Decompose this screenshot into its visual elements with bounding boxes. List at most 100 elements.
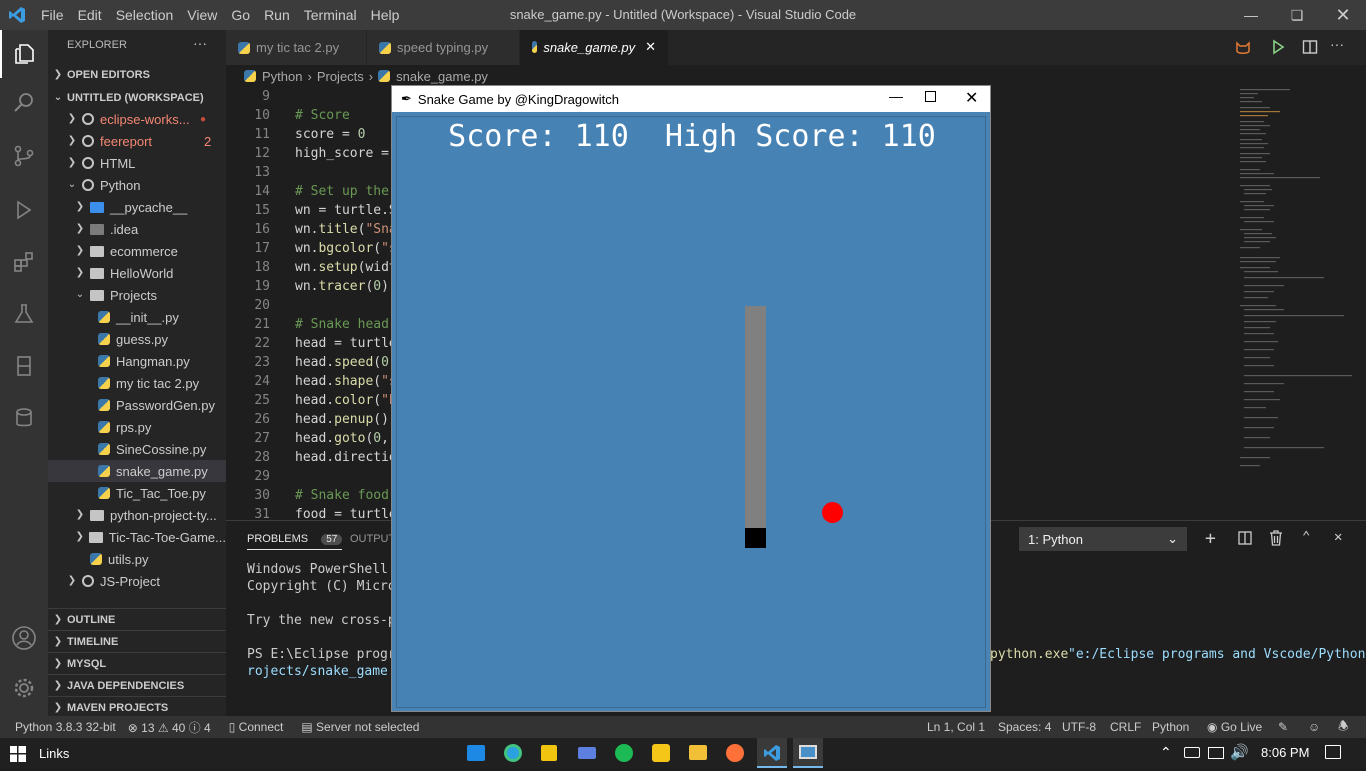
- status-encoding[interactable]: UTF-8: [1062, 720, 1096, 734]
- menu-help[interactable]: Help: [364, 7, 407, 23]
- tree-item-sinecossine[interactable]: SineCossine.py: [48, 438, 226, 460]
- minimap[interactable]: [1236, 87, 1354, 477]
- breadcrumb-file[interactable]: snake_game.py: [396, 69, 488, 84]
- more-actions-icon[interactable]: ···: [1330, 36, 1344, 52]
- maximize-panel-button[interactable]: ⌃: [1302, 529, 1310, 545]
- tree-item-eclipse-workspace[interactable]: ❯ eclipse-works... ●: [48, 108, 226, 130]
- outline-section[interactable]: ❯ OUTLINE: [48, 608, 226, 630]
- maven-projects-section[interactable]: ❯ MAVEN PROJECTS: [48, 696, 226, 718]
- battery-icon[interactable]: [1184, 747, 1200, 758]
- status-python-interpreter[interactable]: Python 3.8.3 32-bit: [15, 720, 116, 734]
- tree-item-projects[interactable]: ⌄ Projects: [48, 284, 226, 306]
- status-connect[interactable]: ▯ Connect: [229, 720, 284, 734]
- tree-item-hangman[interactable]: Hangman.py: [48, 350, 226, 372]
- file-explorer-icon[interactable]: [689, 745, 707, 760]
- new-terminal-button[interactable]: +: [1205, 528, 1216, 549]
- tree-item-utils[interactable]: utils.py: [48, 548, 226, 570]
- tab-problems[interactable]: PROBLEMS 57: [247, 533, 343, 550]
- tree-item-python[interactable]: ⌄ Python: [48, 174, 226, 196]
- windows-start-button[interactable]: [10, 746, 26, 765]
- tree-item-rps[interactable]: rps.py: [48, 416, 226, 438]
- kill-terminal-button[interactable]: [1269, 530, 1283, 550]
- tree-item-html[interactable]: ❯ HTML: [48, 152, 226, 174]
- tree-item-init[interactable]: __init__.py: [48, 306, 226, 328]
- keyboard-app-icon[interactable]: [578, 747, 596, 759]
- spotify-icon[interactable]: [615, 744, 633, 762]
- mysql-section[interactable]: ❯ MYSQL: [48, 652, 226, 674]
- timeline-section[interactable]: ❯ TIMELINE: [48, 630, 226, 652]
- python-taskbar-button[interactable]: [793, 738, 823, 768]
- show-hidden-icons[interactable]: ⌃: [1160, 744, 1172, 761]
- manage-activity[interactable]: [0, 664, 48, 712]
- menu-terminal[interactable]: Terminal: [297, 7, 364, 23]
- source-control-activity[interactable]: [0, 132, 48, 180]
- breadcrumb-python[interactable]: Python: [262, 69, 302, 84]
- tree-item-python-project[interactable]: ❯ python-project-ty...: [48, 504, 226, 526]
- snake-window-titlebar[interactable]: ✒ Snake Game by @KingDragowitch — ✕: [392, 86, 990, 112]
- firefox-icon[interactable]: [726, 744, 744, 762]
- explorer-activity[interactable]: [0, 30, 48, 78]
- java-dependencies-section[interactable]: ❯ JAVA DEPENDENCIES: [48, 674, 226, 696]
- notifications-icon[interactable]: 🕭: [1338, 717, 1349, 738]
- status-indentation[interactable]: Spaces: 4: [998, 720, 1051, 734]
- mail-app-icon[interactable]: [467, 745, 485, 761]
- close-panel-button[interactable]: ✕: [1334, 529, 1342, 545]
- tree-item-idea[interactable]: ❯ .idea: [48, 218, 226, 240]
- tab-snake-game[interactable]: snake_game.py ✕: [520, 30, 668, 65]
- menu-file[interactable]: File: [34, 7, 71, 23]
- tree-item-guess[interactable]: guess.py: [48, 328, 226, 350]
- testing-activity[interactable]: [0, 290, 48, 338]
- snake-close-button[interactable]: ✕: [965, 88, 978, 108]
- edge-browser-icon[interactable]: [504, 744, 522, 762]
- menu-view[interactable]: View: [180, 7, 224, 23]
- status-language[interactable]: Python: [1152, 720, 1189, 734]
- vscode-taskbar-button[interactable]: [757, 738, 787, 768]
- remote-activity[interactable]: [0, 342, 48, 390]
- volume-icon[interactable]: 🔊: [1230, 743, 1249, 761]
- cat-icon[interactable]: [1234, 39, 1252, 60]
- tree-item-my-tic-tac[interactable]: my tic tac 2.py: [48, 372, 226, 394]
- more-actions-icon[interactable]: ···: [193, 35, 207, 51]
- game-canvas[interactable]: Score: 110 High Score: 110: [396, 116, 986, 708]
- open-editors-section[interactable]: ❯ OPEN EDITORS: [48, 64, 226, 86]
- breadcrumb-projects[interactable]: Projects: [317, 69, 364, 84]
- status-eol[interactable]: CRLF: [1110, 720, 1141, 734]
- snake-maximize-button[interactable]: [925, 91, 936, 102]
- status-problems[interactable]: ⊗ 13 ⚠ 40 ⓘ 4: [128, 719, 211, 736]
- tree-item-tic-tac-toe-game[interactable]: ❯ Tic-Tac-Toe-Game...: [48, 526, 226, 548]
- terminal-select[interactable]: 1: Python ⌄: [1019, 527, 1187, 551]
- action-center-icon[interactable]: [1325, 745, 1341, 759]
- tree-item-passwordgen[interactable]: PasswordGen.py: [48, 394, 226, 416]
- store-app-icon[interactable]: [541, 745, 557, 761]
- tab-my-tic-tac[interactable]: my tic tac 2.py: [226, 30, 366, 65]
- tree-item-js-project[interactable]: ❯ JS-Project: [48, 570, 226, 592]
- snake-minimize-button[interactable]: —: [889, 88, 903, 104]
- database-activity[interactable]: [0, 394, 48, 442]
- terminal-content[interactable]: [226, 521, 230, 717]
- status-cursor-position[interactable]: Ln 1, Col 1: [927, 720, 985, 734]
- menu-run[interactable]: Run: [257, 7, 297, 23]
- tree-item-pycache[interactable]: ❯ __pycache__: [48, 196, 226, 218]
- tree-item-tic-tac-toe[interactable]: Tic_Tac_Toe.py: [48, 482, 226, 504]
- network-icon[interactable]: [1208, 747, 1224, 759]
- status-sync-icon[interactable]: ✎: [1278, 720, 1288, 734]
- status-golive[interactable]: ◉ Go Live: [1207, 720, 1262, 734]
- run-debug-activity[interactable]: [0, 186, 48, 234]
- workspace-section[interactable]: ⌄ UNTITLED (WORKSPACE): [48, 87, 226, 109]
- close-tab-icon[interactable]: ✕: [645, 39, 656, 55]
- feedback-icon[interactable]: ☺: [1308, 720, 1320, 734]
- split-terminal-button[interactable]: [1238, 531, 1252, 549]
- tree-item-helloworld[interactable]: ❯ HelloWorld: [48, 262, 226, 284]
- menu-edit[interactable]: Edit: [71, 7, 109, 23]
- run-file-button[interactable]: [1270, 39, 1286, 58]
- search-activity[interactable]: [0, 78, 48, 126]
- restore-button[interactable]: ❏: [1274, 0, 1320, 30]
- minimize-button[interactable]: —: [1228, 0, 1274, 30]
- taskbar-links[interactable]: Links: [39, 746, 69, 761]
- tree-item-snake-game[interactable]: snake_game.py: [48, 460, 226, 482]
- media-player-icon[interactable]: [652, 744, 670, 762]
- tab-speed-typing[interactable]: speed typing.py: [367, 30, 519, 65]
- menu-selection[interactable]: Selection: [109, 7, 181, 23]
- status-server[interactable]: ▤ Server not selected: [301, 720, 419, 734]
- tab-output[interactable]: OUTPUT: [350, 533, 395, 545]
